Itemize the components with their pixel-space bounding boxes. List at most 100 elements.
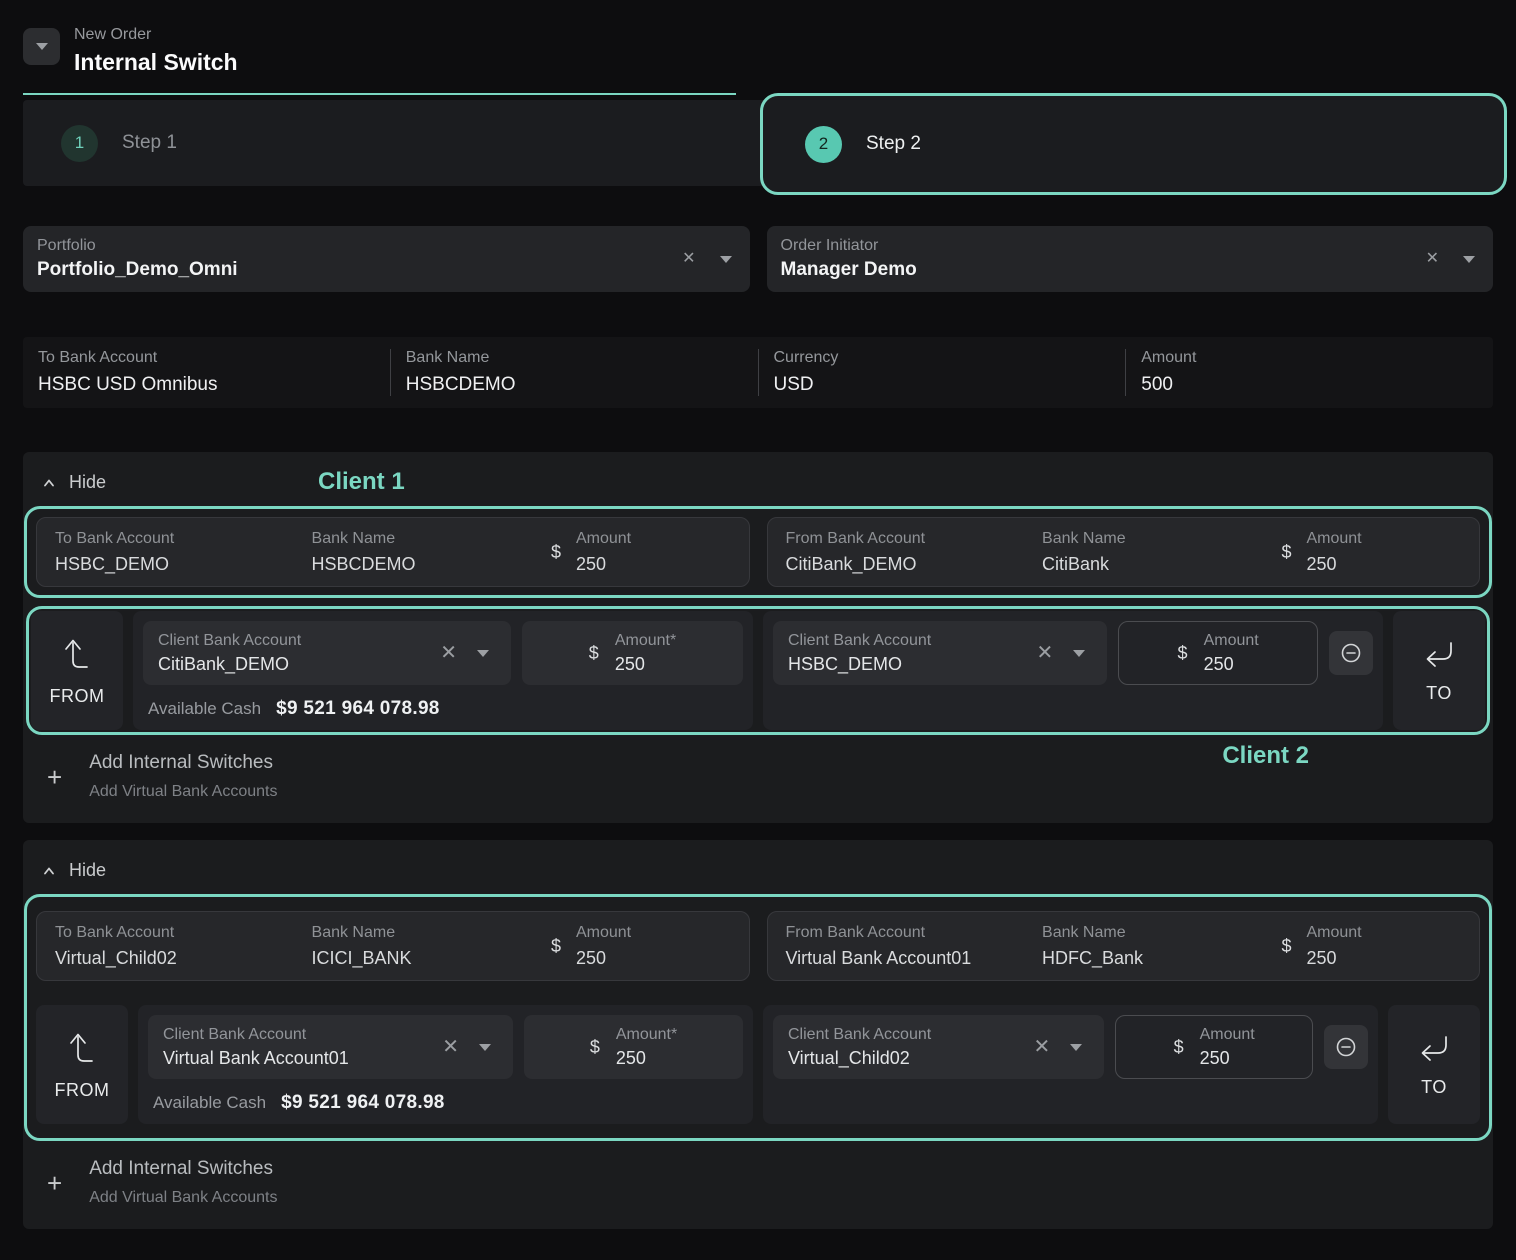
tab-step-2[interactable]: 2 Step 2: [760, 93, 1507, 195]
chevron-down-icon[interactable]: [720, 256, 732, 263]
chevron-down-icon[interactable]: [1073, 650, 1085, 657]
return-arrow-icon: [1422, 638, 1456, 670]
remove-switch-button[interactable]: [1324, 1025, 1368, 1069]
dollar-icon: $: [1174, 1037, 1184, 1058]
filter-fields-row: Portfolio Portfolio_Demo_Omni ✕ Order In…: [23, 226, 1493, 292]
clear-icon[interactable]: ✕: [440, 643, 457, 663]
input-label: Amount: [1204, 632, 1259, 650]
summary-label: Bank Name: [312, 924, 551, 942]
add-internal-switches-label: Add Internal Switches: [89, 1158, 277, 1180]
new-order-page: New Order Internal Switch 1 Step 1 2 Ste…: [0, 0, 1516, 1260]
summary-label: From Bank Account: [786, 924, 1043, 942]
switch-section-2: Hide To Bank Account Virtual_Child02 Ban…: [23, 840, 1493, 1229]
add-internal-switches-label: Add Internal Switches: [89, 752, 277, 774]
to-panel: Client Bank Account HSBC_DEMO ✕ $ Amount: [763, 611, 1383, 730]
info-value: 500: [1141, 374, 1493, 396]
annotation-box-switch-2: To Bank Account Virtual_Child02 Bank Nam…: [24, 894, 1492, 1141]
tab-step-1[interactable]: 1 Step 1: [23, 100, 760, 186]
available-cash-label: Available Cash: [148, 699, 261, 719]
summary-value: HDFC_Bank: [1042, 948, 1281, 969]
info-label: Amount: [1141, 349, 1493, 367]
portfolio-select[interactable]: Portfolio Portfolio_Demo_Omni ✕: [23, 226, 750, 292]
available-cash: Available Cash $9 521 964 078.98: [148, 1092, 743, 1114]
summary-label: Amount: [576, 924, 631, 942]
portfolio-label: Portfolio: [37, 237, 736, 255]
from-block: FROM: [31, 611, 123, 730]
info-label: Currency: [774, 349, 1126, 367]
summary-value: CitiBank_DEMO: [786, 554, 1043, 575]
add-internal-switches-action[interactable]: + Add Internal Switches Add Virtual Bank…: [37, 1141, 1479, 1213]
available-cash-label: Available Cash: [153, 1093, 266, 1113]
summary-value: 250: [1306, 948, 1361, 969]
to-bank-summary-card: To Bank Account Virtual_Child02 Bank Nam…: [36, 911, 750, 981]
to-client-bank-account-select[interactable]: Client Bank Account HSBC_DEMO ✕: [773, 621, 1107, 685]
summary-label: Amount: [1306, 530, 1361, 548]
hide-toggle[interactable]: Hide: [37, 854, 110, 887]
info-label: Bank Name: [406, 349, 758, 367]
step-1-label: Step 1: [122, 132, 177, 154]
from-client-bank-account-select[interactable]: Client Bank Account CitiBank_DEMO ✕: [143, 621, 511, 685]
steps-underline: [23, 93, 736, 95]
input-value: Virtual Bank Account01: [163, 1048, 437, 1069]
clear-icon[interactable]: ✕: [1036, 643, 1053, 663]
order-type-dropdown-button[interactable]: [23, 28, 60, 65]
input-label: Amount*: [615, 632, 676, 650]
dollar-icon: $: [551, 542, 561, 563]
clear-icon[interactable]: ✕: [1426, 251, 1439, 267]
hide-toggle[interactable]: Hide: [37, 466, 110, 499]
summary-label: To Bank Account: [55, 530, 312, 548]
input-value: 250: [1200, 1048, 1255, 1069]
chevron-down-icon[interactable]: [1463, 256, 1475, 263]
to-amount-input[interactable]: $ Amount 250: [1118, 621, 1318, 685]
available-cash-value: $9 521 964 078.98: [281, 1092, 445, 1114]
to-client-bank-account-select[interactable]: Client Bank Account Virtual_Child02 ✕: [773, 1015, 1104, 1079]
dollar-icon: $: [1281, 936, 1291, 957]
remove-switch-button[interactable]: [1329, 631, 1373, 675]
input-label: Amount: [1200, 1026, 1255, 1044]
summary-value: 250: [576, 948, 631, 969]
from-bank-summary-card: From Bank Account CitiBank_DEMO Bank Nam…: [767, 517, 1481, 587]
to-amount-input[interactable]: $ Amount 250: [1115, 1015, 1313, 1079]
dollar-icon: $: [589, 643, 599, 664]
clear-icon[interactable]: ✕: [1034, 1037, 1051, 1057]
chevron-down-icon[interactable]: [477, 650, 489, 657]
to-bank-summary-card: To Bank Account HSBC_DEMO Bank Name HSBC…: [36, 517, 750, 587]
summary-value: 250: [1306, 554, 1361, 575]
clear-icon[interactable]: ✕: [682, 251, 695, 267]
summary-value: Virtual Bank Account01: [786, 948, 1043, 969]
chevron-down-icon[interactable]: [479, 1044, 491, 1051]
from-amount-input[interactable]: $ Amount* 250: [524, 1015, 743, 1079]
info-value: HSBCDEMO: [406, 374, 758, 396]
info-label: To Bank Account: [38, 349, 390, 367]
info-bank-name: Bank Name HSBCDEMO: [390, 349, 758, 396]
chevron-up-icon: [41, 475, 57, 491]
summary-label: Amount: [576, 530, 631, 548]
from-block: FROM: [36, 1005, 128, 1124]
plus-icon: +: [47, 1170, 62, 1196]
input-value: HSBC_DEMO: [788, 654, 1031, 675]
chevron-down-icon[interactable]: [1070, 1044, 1082, 1051]
input-value: Virtual_Child02: [788, 1048, 1028, 1069]
summary-label: Amount: [1306, 924, 1361, 942]
minus-circle-icon: [1339, 641, 1363, 665]
from-label: FROM: [55, 1080, 110, 1101]
to-block: TO: [1388, 1005, 1480, 1124]
to-panel: Client Bank Account Virtual_Child02 ✕ $ …: [763, 1005, 1378, 1124]
hide-label: Hide: [69, 860, 106, 881]
from-amount-input[interactable]: $ Amount* 250: [522, 621, 743, 685]
order-initiator-select[interactable]: Order Initiator Manager Demo ✕: [767, 226, 1494, 292]
info-to-bank-account: To Bank Account HSBC USD Omnibus: [23, 349, 390, 396]
summary-value: 250: [576, 554, 631, 575]
input-label: Client Bank Account: [788, 632, 1031, 650]
order-initiator-value: Manager Demo: [781, 259, 1480, 281]
dollar-icon: $: [1281, 542, 1291, 563]
clear-icon[interactable]: ✕: [442, 1037, 459, 1057]
from-client-bank-account-select[interactable]: Client Bank Account Virtual Bank Account…: [148, 1015, 513, 1079]
from-panel: Client Bank Account Virtual Bank Account…: [138, 1005, 753, 1124]
arrow-up-from-icon: [67, 1029, 97, 1067]
annotation-box-summary-1: To Bank Account HSBC_DEMO Bank Name HSBC…: [24, 506, 1492, 598]
summary-value: CitiBank: [1042, 554, 1281, 575]
summary-label: Bank Name: [1042, 530, 1281, 548]
input-value: 250: [1204, 654, 1259, 675]
info-amount: Amount 500: [1125, 349, 1493, 396]
